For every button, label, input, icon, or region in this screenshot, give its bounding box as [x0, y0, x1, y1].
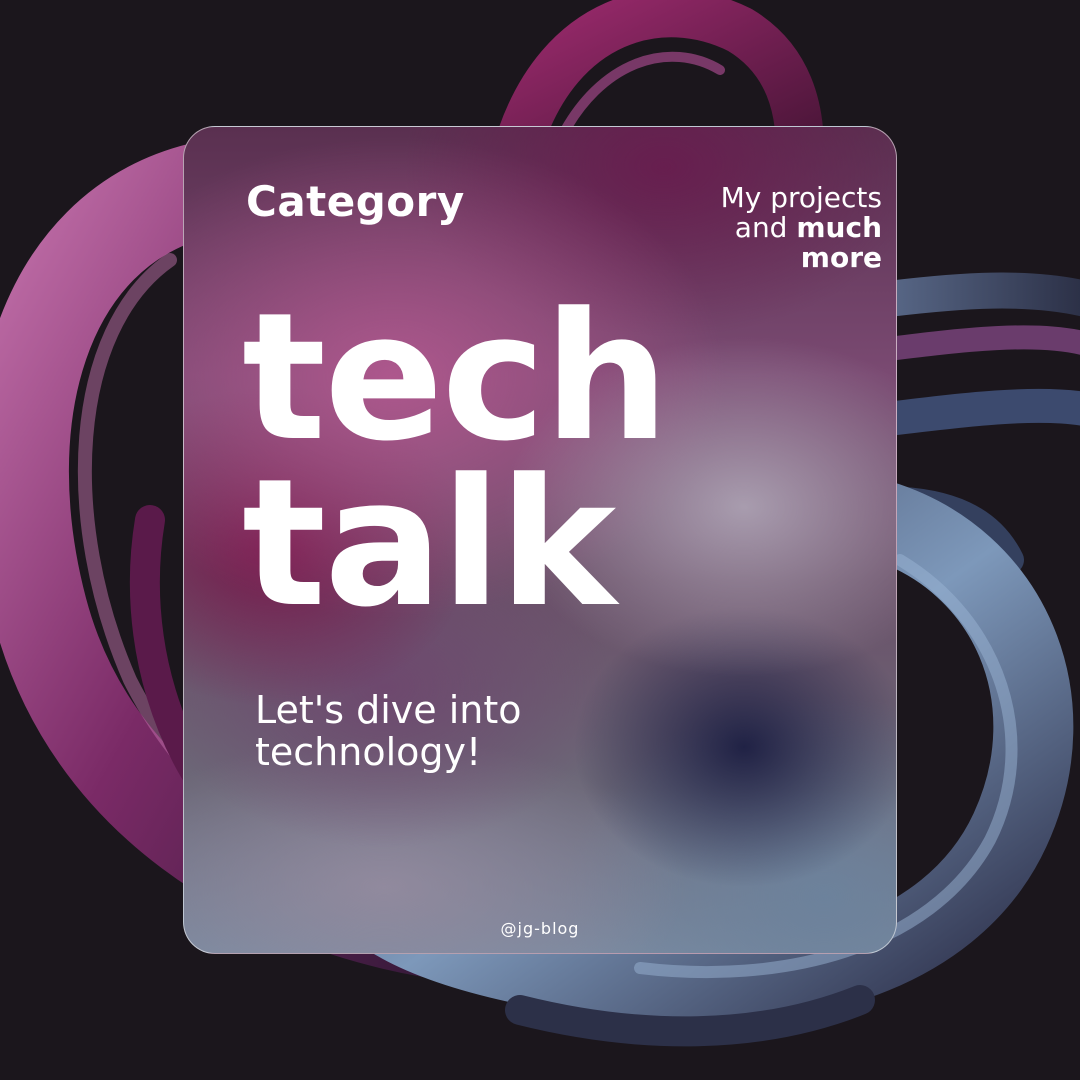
headline-word-tech: tech — [242, 275, 669, 480]
tagline-emphasis-more: more — [800, 241, 882, 274]
subtitle-line-1: Let's dive into — [255, 688, 522, 732]
tagline-line-3: more — [721, 243, 882, 273]
subtitle: Let's dive into technology! — [255, 689, 522, 773]
tagline-line-1: My projects — [720, 181, 882, 214]
tagline-emphasis-much: much — [796, 211, 882, 244]
social-post-canvas: Category My projects and much more tech … — [0, 0, 1080, 1080]
category-label: Category — [246, 177, 465, 226]
social-handle: @jg-blog — [500, 919, 580, 938]
tagline: My projects and much more — [721, 183, 882, 273]
tagline-line-2-prefix: and — [734, 211, 797, 244]
frosted-glass-card: Category My projects and much more tech … — [183, 126, 897, 954]
subtitle-line-2: technology! — [255, 730, 482, 774]
headline: tech talk — [242, 275, 669, 646]
headline-word-talk: talk — [242, 441, 616, 646]
tagline-line-2: and much — [721, 213, 882, 243]
